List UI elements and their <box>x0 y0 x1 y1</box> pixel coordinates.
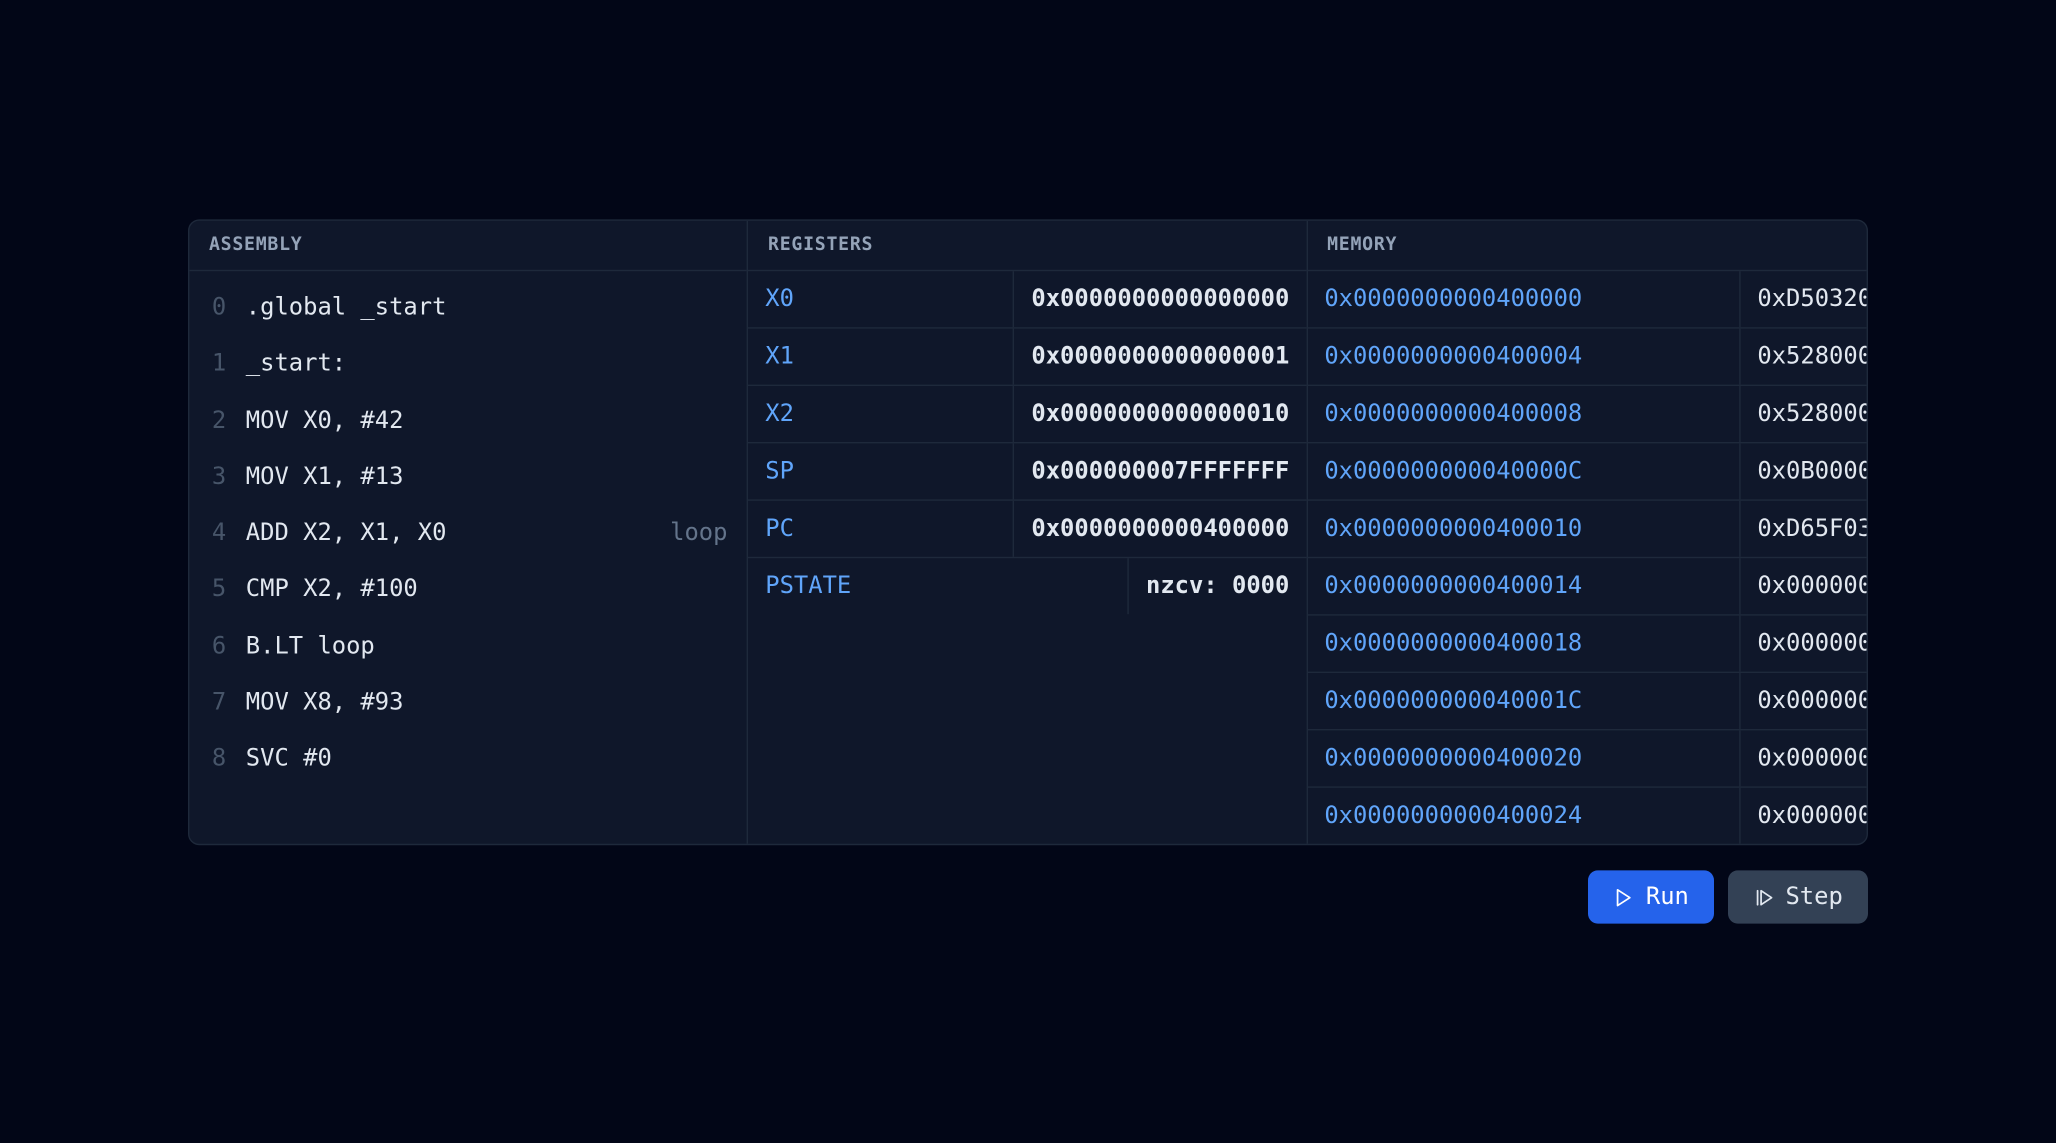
run-button-label: Run <box>1646 883 1689 911</box>
panel-grid: ASSEMBLY 0 .global _start 1 _start: 2 MOV X0,… <box>188 219 1868 845</box>
assembly-header: ASSEMBLY <box>189 221 747 271</box>
assembly-listing: 0 .global _start 1 _start: 2 MOV X0, #42 3 MOV … <box>189 271 747 844</box>
memory-value: 0x00000000 <box>1741 730 1867 786</box>
memory-value: 0x52800020 <box>1741 329 1867 385</box>
instruction-text: MOV X0, #42 <box>246 398 728 443</box>
assembly-line: 3 MOV X1, #13 <box>189 449 747 505</box>
line-number: 4 <box>209 511 226 556</box>
instruction-text: .global _start <box>246 285 728 330</box>
memory-value: 0x00000000 <box>1741 616 1867 672</box>
step-button-label: Step <box>1785 883 1842 911</box>
line-number: 6 <box>209 624 226 669</box>
memory-value: 0xD65F03C0 <box>1741 501 1867 557</box>
run-button[interactable]: Run <box>1588 870 1714 923</box>
instruction-text: MOV X1, #13 <box>246 454 728 499</box>
memory-address: 0x0000000000400014 <box>1308 558 1741 614</box>
memory-value: 0x00000000 <box>1741 788 1867 844</box>
memory-row: 0x00000000004000180x00000000 <box>1308 616 1867 673</box>
assembly-line: 2 MOV X0, #42 <box>189 392 747 448</box>
simulator-panel: ASSEMBLY 0 .global _start 1 _start: 2 MOV X0,… <box>188 219 1868 923</box>
memory-row: 0x000000000040001C0x00000000 <box>1308 673 1867 730</box>
memory-address: 0x0000000000400008 <box>1308 386 1741 442</box>
register-row: X00x0000000000000000 <box>748 271 1306 328</box>
registers-listing: X00x0000000000000000X10x0000000000000001… <box>748 271 1306 844</box>
assembly-line: 8 SVC #0 <box>189 731 747 787</box>
line-number: 0 <box>209 285 226 330</box>
line-number: 8 <box>209 737 226 782</box>
assembly-line: 0 .global _start <box>189 280 747 336</box>
registers-header: REGISTERS <box>748 221 1306 271</box>
line-number: 1 <box>209 342 226 387</box>
instruction-text: B.LT loop <box>246 624 728 669</box>
memory-value: 0x0B000022 <box>1741 443 1867 499</box>
register-value: nzcv: 0000 <box>1129 558 1306 614</box>
memory-address: 0x0000000000400018 <box>1308 616 1741 672</box>
memory-address: 0x0000000000400010 <box>1308 501 1741 557</box>
step-forward-icon <box>1753 887 1774 908</box>
assembly-line: 6 B.LT loop <box>189 618 747 674</box>
assembly-line: 1 _start: <box>189 336 747 392</box>
register-value: 0x0000000000400000 <box>1015 501 1307 557</box>
memory-row: 0x00000000004000200x00000000 <box>1308 730 1867 787</box>
memory-value: 0x00000000 <box>1741 673 1867 729</box>
instruction-text: CMP X2, #100 <box>246 567 728 612</box>
instruction-text: SVC #0 <box>246 737 728 782</box>
memory-value: 0xD503201F <box>1741 271 1867 327</box>
register-row: X10x0000000000000001 <box>748 329 1306 386</box>
register-row: PC0x0000000000400000 <box>748 501 1306 558</box>
memory-row: 0x00000000004000080x52800041 <box>1308 386 1867 443</box>
memory-address: 0x0000000000400024 <box>1308 788 1741 844</box>
memory-row: 0x00000000004000040x52800020 <box>1308 329 1867 386</box>
memory-row: 0x00000000004000140x00000000 <box>1308 558 1867 615</box>
assembly-line: 5 CMP X2, #100 <box>189 562 747 618</box>
line-number: 3 <box>209 454 226 499</box>
memory-address: 0x000000000040001C <box>1308 673 1741 729</box>
register-name: PC <box>748 501 1014 557</box>
memory-header: MEMORY <box>1308 221 1867 271</box>
register-value: 0x0000000000000001 <box>1015 329 1307 385</box>
memory-column: MEMORY 0x00000000004000000xD503201F0x000… <box>1308 221 1867 844</box>
memory-row: 0x00000000004000100xD65F03C0 <box>1308 501 1867 558</box>
register-row: X20x0000000000000010 <box>748 386 1306 443</box>
register-name: X2 <box>748 386 1014 442</box>
step-button[interactable]: Step <box>1728 870 1868 923</box>
memory-listing: 0x00000000004000000xD503201F0x0000000000… <box>1308 271 1867 844</box>
play-icon <box>1614 887 1635 908</box>
memory-row: 0x000000000040000C0x0B000022 <box>1308 443 1867 500</box>
memory-value: 0x52800041 <box>1741 386 1867 442</box>
register-name: X1 <box>748 329 1014 385</box>
memory-value: 0x00000000 <box>1741 558 1867 614</box>
memory-row: 0x00000000004000240x00000000 <box>1308 788 1867 844</box>
register-name: SP <box>748 443 1014 499</box>
instruction-text: ADD X2, X1, X0 <box>246 511 628 556</box>
register-value: 0x0000000000000000 <box>1015 271 1307 327</box>
register-value: 0x0000000000000010 <box>1015 386 1307 442</box>
assembly-line: 4 ADD X2, X1, X0 loop <box>189 505 747 561</box>
registers-column: REGISTERS X00x0000000000000000X10x000000… <box>748 221 1307 844</box>
register-name: X0 <box>748 271 1014 327</box>
memory-address: 0x0000000000400020 <box>1308 730 1741 786</box>
register-row: SP0x000000007FFFFFFF <box>748 443 1306 500</box>
line-number: 7 <box>209 680 226 725</box>
controls-bar: Run Step <box>188 870 1868 923</box>
register-name: PSTATE <box>748 558 1129 614</box>
line-number: 5 <box>209 567 226 612</box>
assembly-column: ASSEMBLY 0 .global _start 1 _start: 2 MOV X0,… <box>189 221 748 844</box>
memory-address: 0x0000000000400000 <box>1308 271 1741 327</box>
assembly-line: 7 MOV X8, #93 <box>189 675 747 731</box>
register-row: PSTATEnzcv: 0000 <box>748 558 1306 614</box>
line-number: 2 <box>209 398 226 443</box>
memory-address: 0x000000000040000C <box>1308 443 1741 499</box>
instruction-text: _start: <box>246 342 728 387</box>
line-label: loop <box>670 511 727 556</box>
instruction-text: MOV X8, #93 <box>246 680 728 725</box>
memory-row: 0x00000000004000000xD503201F <box>1308 271 1867 328</box>
memory-address: 0x0000000000400004 <box>1308 329 1741 385</box>
register-value: 0x000000007FFFFFFF <box>1015 443 1307 499</box>
